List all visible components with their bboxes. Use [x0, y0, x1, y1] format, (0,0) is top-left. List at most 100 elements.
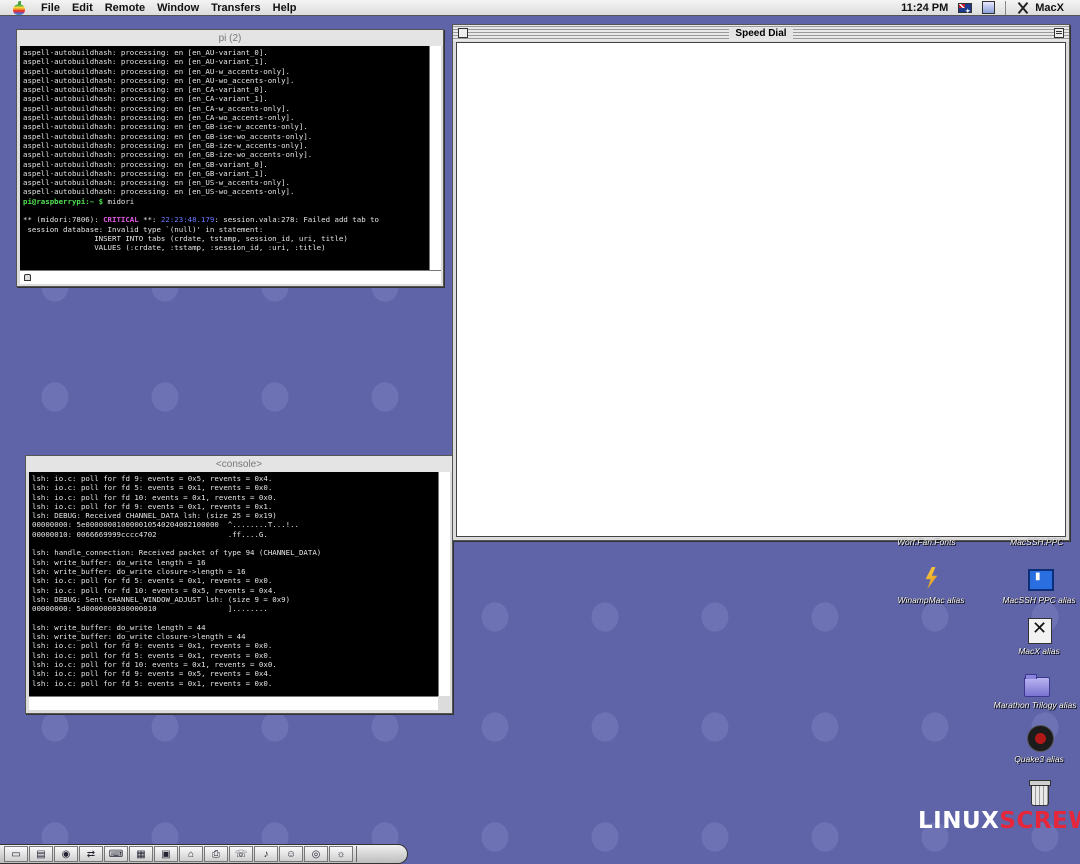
menu-file[interactable]: File — [35, 2, 66, 14]
error-level: CRITICAL — [103, 215, 139, 225]
desktop-icon-label-partial[interactable]: MacSSH.PPC — [1010, 537, 1063, 547]
terminal-line: aspell-autobuildhash: processing: en [en… — [23, 67, 426, 76]
winamp-icon — [916, 565, 946, 593]
keyboard-icon[interactable]: ⌨ — [104, 846, 128, 862]
sound-volume-icon[interactable]: ♪ — [254, 846, 278, 862]
menu-help[interactable]: Help — [267, 2, 303, 14]
terminal-console-horizontal-scrollbar[interactable] — [29, 696, 438, 710]
terminal-line: aspell-autobuildhash: processing: en [en… — [23, 113, 426, 122]
terminal-text: aspell-autobuildhash: processing: en [en… — [23, 140, 308, 150]
desktop-icon-marathon[interactable]: Marathon Trilogy alias — [990, 670, 1080, 710]
terminal-text: lsh: io.c: poll for fd 10: events = 0x1,… — [32, 659, 277, 669]
window-close-box[interactable] — [458, 28, 468, 38]
terminal-line: aspell-autobuildhash: processing: en [en… — [23, 122, 426, 131]
terminal-text: 00000000: 5e0000000100000105402040021000… — [32, 520, 299, 530]
terminal-text: aspell-autobuildhash: processing: en [en… — [23, 103, 290, 113]
terminal-output-console[interactable]: lsh: io.c: poll for fd 9: events = 0x5, … — [29, 472, 438, 696]
keyboard-layout-flag-icon[interactable] — [958, 2, 973, 15]
terminal-text: aspell-autobuildhash: processing: en [en… — [23, 122, 308, 132]
error-timestamp: 22:23:48.179 — [160, 215, 215, 225]
location-manager-icon[interactable]: ⌂ — [179, 846, 203, 862]
terminal-line: aspell-autobuildhash: processing: en [en… — [23, 141, 426, 150]
menu-transfers[interactable]: Transfers — [205, 2, 267, 14]
terminal-window-pi-titlebar[interactable]: pi (2) — [17, 30, 443, 46]
desktop-icon-macx[interactable]: MacX alias — [994, 616, 1080, 656]
desktop-icon-winamp[interactable]: WinampMac alias — [886, 565, 976, 605]
terminal-text: aspell-autobuildhash: processing: en [en… — [23, 85, 268, 95]
monitor-resolution-icon[interactable]: ▣ — [154, 846, 178, 862]
terminal-text: session database: Invalid type `(null)' … — [23, 224, 264, 234]
desktop-icon-macssh[interactable]: MacSSH PPC alias — [994, 565, 1080, 605]
speech-icon[interactable]: ☺ — [279, 846, 303, 862]
apple-menu-icon[interactable] — [12, 0, 26, 15]
terminal-window-console-titlebar[interactable]: <console> — [26, 456, 452, 472]
speed-dial-content-area[interactable] — [456, 42, 1066, 537]
terminal-text: aspell-autobuildhash: processing: en [en… — [23, 113, 295, 123]
watermark-part-2: SCREW — [999, 808, 1080, 834]
terminal-prompt-line: pi@raspberrypi:~ $ midori — [23, 197, 426, 206]
terminal-text: lsh: write_buffer: do_write length = 44 — [32, 622, 206, 632]
window-zoom-box[interactable] — [1054, 28, 1064, 38]
terminal-line: lsh: io.c: poll for fd 5: events = 0x1, … — [32, 651, 435, 660]
control-strip-collapse-tab[interactable] — [356, 846, 366, 862]
terminal-line: lsh: io.c: poll for fd 5: events = 0x1, … — [32, 679, 435, 688]
desktop-icon-label-partial[interactable]: Worf.Fan.Fonts — [897, 537, 956, 547]
desktop-icon-trash[interactable] — [994, 778, 1080, 806]
menubar-divider — [1005, 0, 1007, 15]
terminal-pi-vertical-scrollbar[interactable] — [429, 46, 441, 270]
menubar-clock[interactable]: 11:24 PM — [901, 2, 948, 14]
terminal-text: aspell-autobuildhash: processing: en [en… — [23, 159, 268, 169]
speed-dial-titlebar[interactable]: Speed Dial — [453, 25, 1069, 41]
terminal-window-pi-title: pi (2) — [218, 32, 242, 44]
trash-icon — [1024, 778, 1054, 806]
terminal-line: lsh: io.c: poll for fd 9: events = 0x5, … — [32, 474, 435, 483]
terminal-text: lsh: write_buffer: do_write closure->len… — [32, 632, 246, 642]
terminal-window-console[interactable]: <console> lsh: io.c: poll for fd 9: even… — [25, 455, 453, 714]
battery-monitor-icon[interactable]: ▤ — [29, 846, 53, 862]
shell-command: midori — [103, 196, 135, 206]
terminal-text: aspell-autobuildhash: processing: en [en… — [23, 57, 268, 67]
terminal-line: lsh: write_buffer: do_write length = 16 — [32, 558, 435, 567]
appletalk-switch-icon[interactable]: ▭ — [4, 846, 28, 862]
terminal-text: lsh: io.c: poll for fd 5: events = 0x1, … — [32, 650, 273, 660]
terminal-text: ** (midori:7806): — [23, 215, 104, 225]
control-strip[interactable]: ▭ ▤ ◉ ⇄ ⌨ ▦ ▣ ⌂ ⎙ ☏ ♪ ☺ ◎ ☼ — [0, 844, 408, 864]
terminal-text: aspell-autobuildhash: processing: en [en… — [23, 168, 268, 178]
terminal-window-pi[interactable]: pi (2) aspell-autobuildhash: processing:… — [16, 29, 444, 287]
terminal-output-pi[interactable]: aspell-autobuildhash: processing: en [en… — [20, 46, 429, 270]
remote-access-icon[interactable]: ☏ — [229, 846, 253, 862]
lock-icon — [24, 274, 31, 281]
desktop-icon-quake3[interactable]: Quake3 alias — [994, 724, 1080, 764]
energy-saver-icon[interactable]: ☼ — [329, 846, 353, 862]
terminal-line: aspell-autobuildhash: processing: en [en… — [23, 169, 426, 178]
terminal-text: aspell-autobuildhash: processing: en [en… — [23, 94, 268, 104]
terminal-text: lsh: write_buffer: do_write closure->len… — [32, 566, 246, 576]
control-strip-menu-icon[interactable] — [982, 1, 996, 14]
menu-window[interactable]: Window — [151, 2, 205, 14]
menu-edit[interactable]: Edit — [66, 2, 99, 14]
terminal-line: 00000000: 5e0000000100000105402040021000… — [32, 520, 435, 529]
terminal-line: aspell-autobuildhash: processing: en [en… — [23, 132, 426, 141]
terminal-console-vertical-scrollbar[interactable] — [438, 472, 450, 696]
web-sharing-icon[interactable]: ◎ — [304, 846, 328, 862]
terminal-text: : session.vala:278: Failed add tab to — [214, 215, 379, 225]
macx-app-icon — [1016, 1, 1030, 15]
terminal-text: lsh: io.c: poll for fd 9: events = 0x1, … — [32, 641, 273, 651]
terminal-text: **: — [138, 215, 161, 225]
terminal-line: aspell-autobuildhash: processing: en [en… — [23, 150, 426, 159]
cd-strip-icon[interactable]: ◉ — [54, 846, 78, 862]
printer-icon[interactable]: ⎙ — [204, 846, 228, 862]
terminal-line: aspell-autobuildhash: processing: en [en… — [23, 85, 426, 94]
terminal-text: lsh: io.c: poll for fd 5: events = 0x1, … — [32, 678, 273, 688]
terminal-line: aspell-autobuildhash: processing: en [en… — [23, 178, 426, 187]
file-sharing-icon[interactable]: ⇄ — [79, 846, 103, 862]
terminal-text: lsh: io.c: poll for fd 9: events = 0x5, … — [32, 669, 273, 679]
terminal-line: lsh: write_buffer: do_write closure->len… — [32, 567, 435, 576]
application-menu[interactable]: MacX — [1016, 1, 1064, 15]
speed-dial-window[interactable]: Speed Dial — [452, 24, 1070, 541]
terminal-pi-status-bar — [20, 270, 441, 284]
menu-remote[interactable]: Remote — [99, 2, 151, 14]
monitor-bit-depth-icon[interactable]: ▦ — [129, 846, 153, 862]
watermark-logo: LINUXSCREW — [918, 808, 1080, 834]
